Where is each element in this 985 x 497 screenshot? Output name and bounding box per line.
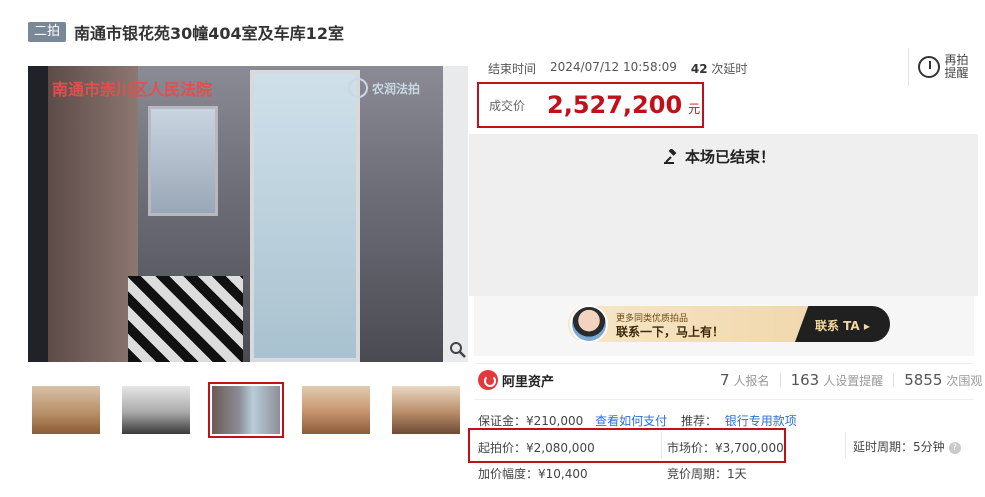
end-time-label: 结束时间	[488, 62, 537, 76]
deal-price-box: 成交价 2,527,200 元	[477, 82, 704, 128]
title-row: 二拍 南通市银花苑30幢404室及车库12室	[28, 20, 344, 44]
signup-label: 人报名	[733, 374, 770, 388]
photo-glass-door	[250, 70, 360, 362]
recommend-label: 推荐：	[680, 414, 717, 428]
remind-button[interactable]: 再拍 提醒	[908, 48, 978, 86]
thumbnail-4[interactable]	[298, 382, 374, 438]
thumbnail-2[interactable]	[118, 382, 194, 438]
deposit-row: 保证金：¥210,000 查看如何支付 推荐： 银行专用款项	[478, 412, 797, 429]
end-time-row: 结束时间 2024/07/12 10:58:09 42 次延时	[488, 60, 747, 77]
deal-price-label: 成交价	[489, 98, 526, 113]
brand-watermark-text: 农润法拍	[372, 81, 421, 96]
how-to-pay-link[interactable]: 查看如何支付	[595, 414, 667, 428]
divider	[474, 363, 974, 364]
zoom-icon[interactable]	[449, 341, 467, 359]
deal-price-value: 2,527,200	[547, 91, 683, 119]
photo-window	[148, 106, 218, 216]
reminder-label: 人设置提醒	[823, 374, 884, 388]
ali-assets-logo: 阿里资产	[478, 370, 554, 390]
delay-period-row: 延时周期：5分钟?	[853, 438, 961, 455]
photo-left-edge	[28, 66, 48, 362]
view-label: 次围观	[946, 374, 983, 388]
contact-agent-button[interactable]: 联系 TA ▸	[815, 317, 870, 334]
thumbnail-strip	[28, 382, 478, 438]
view-count: 5855	[904, 371, 943, 389]
auction-ended-text: 本场已结束！	[685, 148, 776, 166]
stat-separator	[893, 373, 895, 387]
thumbnail-5[interactable]	[388, 382, 464, 438]
divider	[474, 399, 974, 400]
bank-payment-link[interactable]: 银行专用款项	[725, 414, 797, 428]
help-icon[interactable]: ?	[948, 441, 961, 454]
delay-count: 42	[690, 62, 708, 76]
end-time-value: 2024/07/12 10:58:09	[550, 60, 677, 74]
agent-avatar	[570, 305, 608, 343]
reminder-count: 163	[790, 371, 820, 389]
start-price: 起拍价：¥2,080,000	[478, 441, 595, 455]
column-separator	[661, 432, 662, 458]
brand-watermark-icon	[348, 78, 368, 98]
promo-line-2: 联系一下，马上有！	[616, 325, 725, 339]
bid-increment: 加价幅度：¥10,400	[478, 467, 588, 481]
stat-separator	[779, 373, 781, 387]
court-watermark: 南通市崇川区人民法院	[52, 80, 213, 99]
bid-period: 竞价周期：1天	[667, 467, 747, 481]
delay-period: 延时周期：5分钟	[853, 440, 945, 454]
deal-price-unit: 元	[688, 101, 701, 116]
delay-count-suffix: 次延时	[711, 62, 748, 76]
photo-right-edge	[443, 66, 468, 362]
remind-line-1: 再拍	[944, 53, 969, 67]
signup-count: 7	[720, 371, 730, 389]
remind-text: 再拍 提醒	[944, 54, 968, 80]
page-title: 南通市银花苑30幢404室及车库12室	[74, 24, 344, 43]
photo-wall	[48, 66, 138, 362]
deposit-amount: 保证金：¥210,000	[478, 414, 584, 428]
thumbnail-1[interactable]	[28, 382, 104, 438]
thumbnail-3-selected[interactable]	[208, 382, 284, 438]
gavel-icon	[664, 148, 677, 164]
auction-stats: 7 人报名 163 人设置提醒 5855 次围观	[720, 371, 982, 389]
photo-floor	[128, 276, 243, 362]
ali-assets-name: 阿里资产	[502, 374, 555, 390]
auction-ended-message: 本场已结束！	[663, 146, 775, 167]
column-separator	[845, 432, 846, 458]
remind-line-2: 提醒	[944, 66, 969, 80]
auction-round-badge: 二拍	[28, 22, 67, 42]
brand-watermark: 农润法拍	[348, 78, 420, 98]
market-price: 市场价：¥3,700,000	[667, 441, 784, 455]
auction-page: 二拍 南通市银花苑30幢404室及车库12室 南通市崇川区人民法院 农润法拍 结…	[0, 0, 985, 497]
alarm-clock-icon	[918, 56, 941, 78]
ali-assets-icon	[478, 370, 498, 390]
delay-count-wrap: 42 次延时	[691, 60, 748, 77]
main-photo[interactable]: 南通市崇川区人民法院 农润法拍	[28, 66, 468, 362]
